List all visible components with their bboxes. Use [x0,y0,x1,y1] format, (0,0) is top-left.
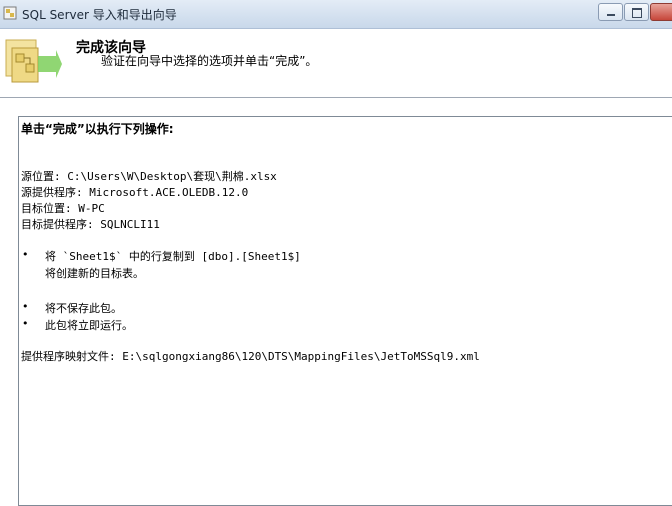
summary-heading: 单击“完成”以执行下列操作: [21,122,174,136]
wizard-icon [5,39,62,83]
header-divider-highlight [0,98,672,99]
source-provider: 源提供程序: Microsoft.ACE.OLEDB.12.0 [21,186,249,199]
mapping-file: 提供程序映射文件: E:\sqlgongxiang86\120\DTS\Mapp… [21,350,480,363]
no-save-text: 将不保存此包。 [45,302,122,315]
window-title: SQL Server 导入和导出向导 [22,8,177,22]
app-icon [3,6,17,20]
target-location: 目标位置: W-PC [21,202,105,215]
source-location: 源位置: C:\Users\W\Desktop\套现\荆棉.xlsx [21,170,277,183]
bullet-icon: • [22,300,29,313]
minimize-button[interactable] [598,3,623,21]
copy-rows-text: 将 `Sheet1$` 中的行复制到 [dbo].[Sheet1$] [45,250,301,263]
bullet-icon: • [22,317,29,330]
run-now-text: 此包将立即运行。 [45,319,133,332]
create-table-text: 将创建新的目标表。 [45,267,144,280]
close-button[interactable] [650,3,672,21]
summary-panel[interactable]: 单击“完成”以执行下列操作: 源位置: C:\Users\W\Desktop\套… [18,116,672,506]
page-subtitle: 验证在向导中选择的选项并单击“完成”。 [101,54,318,68]
bullet-icon: • [22,248,29,261]
maximize-button[interactable] [624,3,649,21]
title-bar: SQL Server 导入和导出向导 [0,0,672,29]
wizard-header: 完成该向导 验证在向导中选择的选项并单击“完成”。 [0,29,672,97]
target-provider: 目标提供程序: SQLNCLI11 [21,218,160,231]
